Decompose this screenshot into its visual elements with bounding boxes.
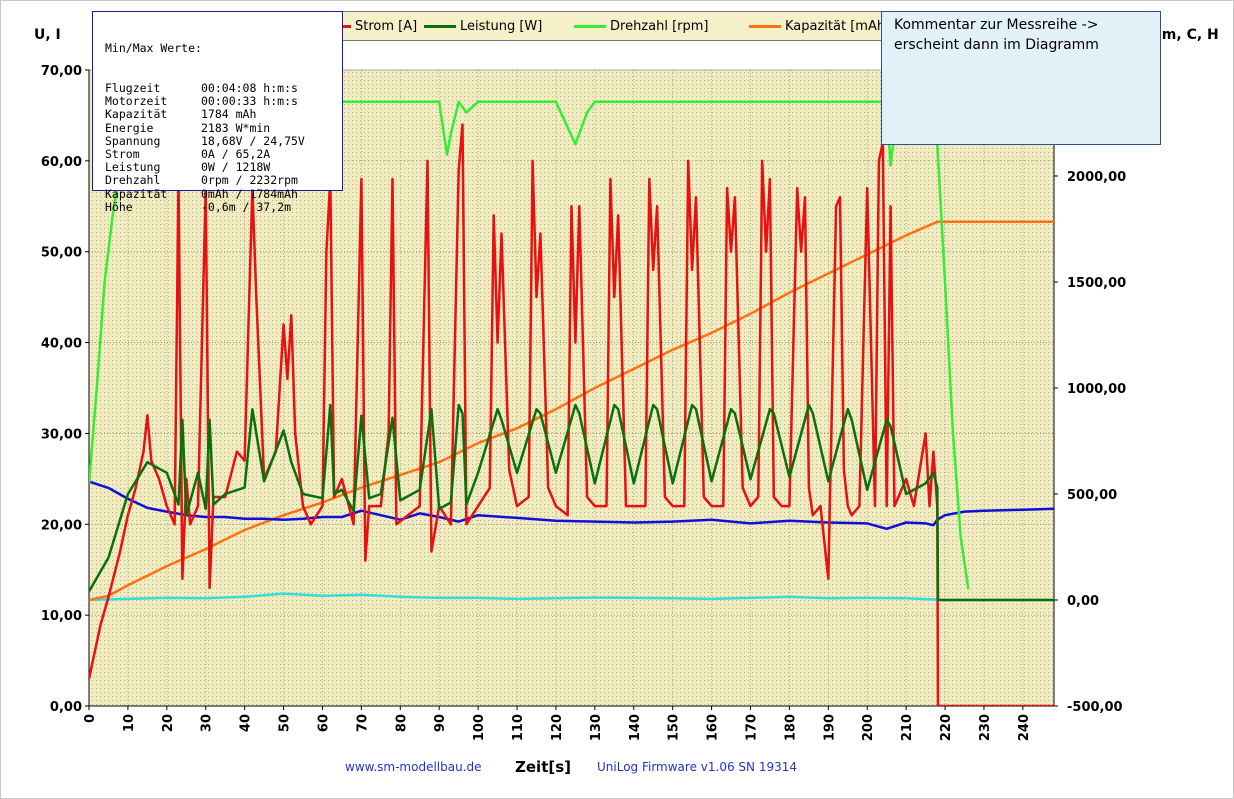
minmax-panel: Min/Max Werte: Flugzeit 00:04:08 h:m:s Mot…	[92, 11, 343, 214]
x-tick-label: 70	[355, 714, 370, 732]
minmax-value: 2183 W*min	[201, 120, 271, 135]
y-right-tick-label: 500,00	[1067, 488, 1117, 503]
minmax-value: -0,6m / 37,2m	[201, 199, 292, 214]
minmax-key: Energie	[105, 120, 154, 135]
y-right-tick-label: 2000,00	[1067, 170, 1126, 185]
minmax-row: Energie 2183 W*min	[105, 120, 342, 135]
y-left-tick-label: 30,00	[41, 427, 82, 442]
x-tick-label: 20	[161, 714, 176, 732]
x-tick-label: 40	[239, 714, 254, 732]
y-right-tick-label: -500,00	[1067, 700, 1123, 715]
x-tick-label: 130	[589, 714, 604, 741]
firmware-info: UniLog Firmware v1.06 SN 19314	[597, 760, 797, 774]
x-tick-label: 170	[744, 714, 759, 741]
x-tick-label: 240	[1017, 714, 1032, 741]
y-left-tick-label: 70,00	[41, 64, 82, 79]
x-tick-label: 160	[706, 714, 721, 741]
legend-label: Strom [A]	[355, 18, 418, 34]
legend-label: Drehzahl [rpm]	[610, 18, 709, 34]
y-axis-left-label: U, I	[34, 27, 61, 43]
comment-line-2: erscheint dann im Diagramm	[894, 37, 1099, 53]
y-left-tick-label: 10,00	[41, 609, 82, 624]
comment-box[interactable]: Kommentar zur Messreihe -> erscheint dan…	[881, 11, 1161, 145]
x-tick-label: 230	[978, 714, 993, 741]
x-tick-label: 0	[83, 714, 98, 723]
legend-item: Leistung [W]	[424, 17, 542, 35]
minmax-row: Kapazität 0mAh / 1784mAh	[105, 186, 342, 201]
x-tick-label: 140	[628, 714, 643, 741]
legend-swatch	[424, 24, 456, 28]
minmax-key: Höhe	[105, 199, 133, 214]
y-right-tick-label: 0,00	[1067, 594, 1099, 609]
y-left-tick-label: 50,00	[41, 246, 82, 261]
x-axis-label: Zeit[s]	[515, 758, 572, 776]
website-link[interactable]: www.sm-modellbau.de	[345, 760, 482, 774]
minmax-value: 0rpm / 2232rpm	[201, 173, 298, 188]
x-tick-label: 190	[822, 714, 837, 741]
minmax-key: Kapazität	[105, 186, 168, 201]
legend-item: Kapazität [mAh]	[749, 17, 890, 35]
legend-swatch	[574, 24, 606, 28]
legend-swatch	[749, 24, 781, 28]
legend-item: Drehzahl [rpm]	[574, 17, 708, 35]
y-left-tick-label: 60,00	[41, 155, 82, 170]
x-tick-label: 100	[472, 714, 487, 741]
minmax-key: Drehzahl	[105, 173, 161, 188]
x-tick-label: 90	[433, 714, 448, 732]
minmax-row: Drehzahl 0rpm / 2232rpm	[105, 174, 342, 187]
legend-label: Kapazität [mAh]	[785, 18, 891, 34]
minmax-value: 0mAh / 1784mAh	[201, 186, 298, 201]
x-tick-label: 220	[939, 714, 954, 741]
minmax-title: Min/Max Werte:	[105, 41, 202, 56]
x-tick-label: 50	[278, 714, 293, 732]
x-tick-label: 30	[200, 714, 215, 732]
minmax-value: 1784 mAh	[201, 107, 257, 122]
x-tick-label: 150	[667, 714, 682, 741]
x-tick-label: 210	[900, 714, 915, 741]
minmax-row: Höhe -0,6m / 37,2m	[105, 199, 342, 214]
x-tick-label: 10	[122, 714, 137, 732]
x-tick-label: 80	[394, 714, 409, 732]
y-right-tick-label: 1500,00	[1067, 276, 1126, 291]
x-tick-label: 200	[861, 714, 876, 741]
chart-window: 0,00 10,00 20,00 30,00 40,00 50,00 60,00 70,00 -…	[0, 0, 1234, 799]
y-left-tick-label: 20,00	[41, 518, 82, 533]
minmax-row: Kapazität 1784 mAh	[105, 108, 342, 121]
x-tick-label: 60	[316, 714, 331, 732]
minmax-key: Kapazität	[105, 107, 168, 122]
y-left-tick-label: 0,00	[50, 700, 82, 715]
comment-line-1: Kommentar zur Messreihe ->	[894, 17, 1099, 33]
legend-label: Leistung [W]	[460, 18, 543, 34]
x-tick-label: 120	[550, 714, 565, 741]
y-left-tick-label: 40,00	[41, 337, 82, 352]
x-tick-label: 110	[511, 714, 526, 741]
y-right-tick-label: 1000,00	[1067, 382, 1126, 397]
x-tick-label: 180	[783, 714, 798, 741]
